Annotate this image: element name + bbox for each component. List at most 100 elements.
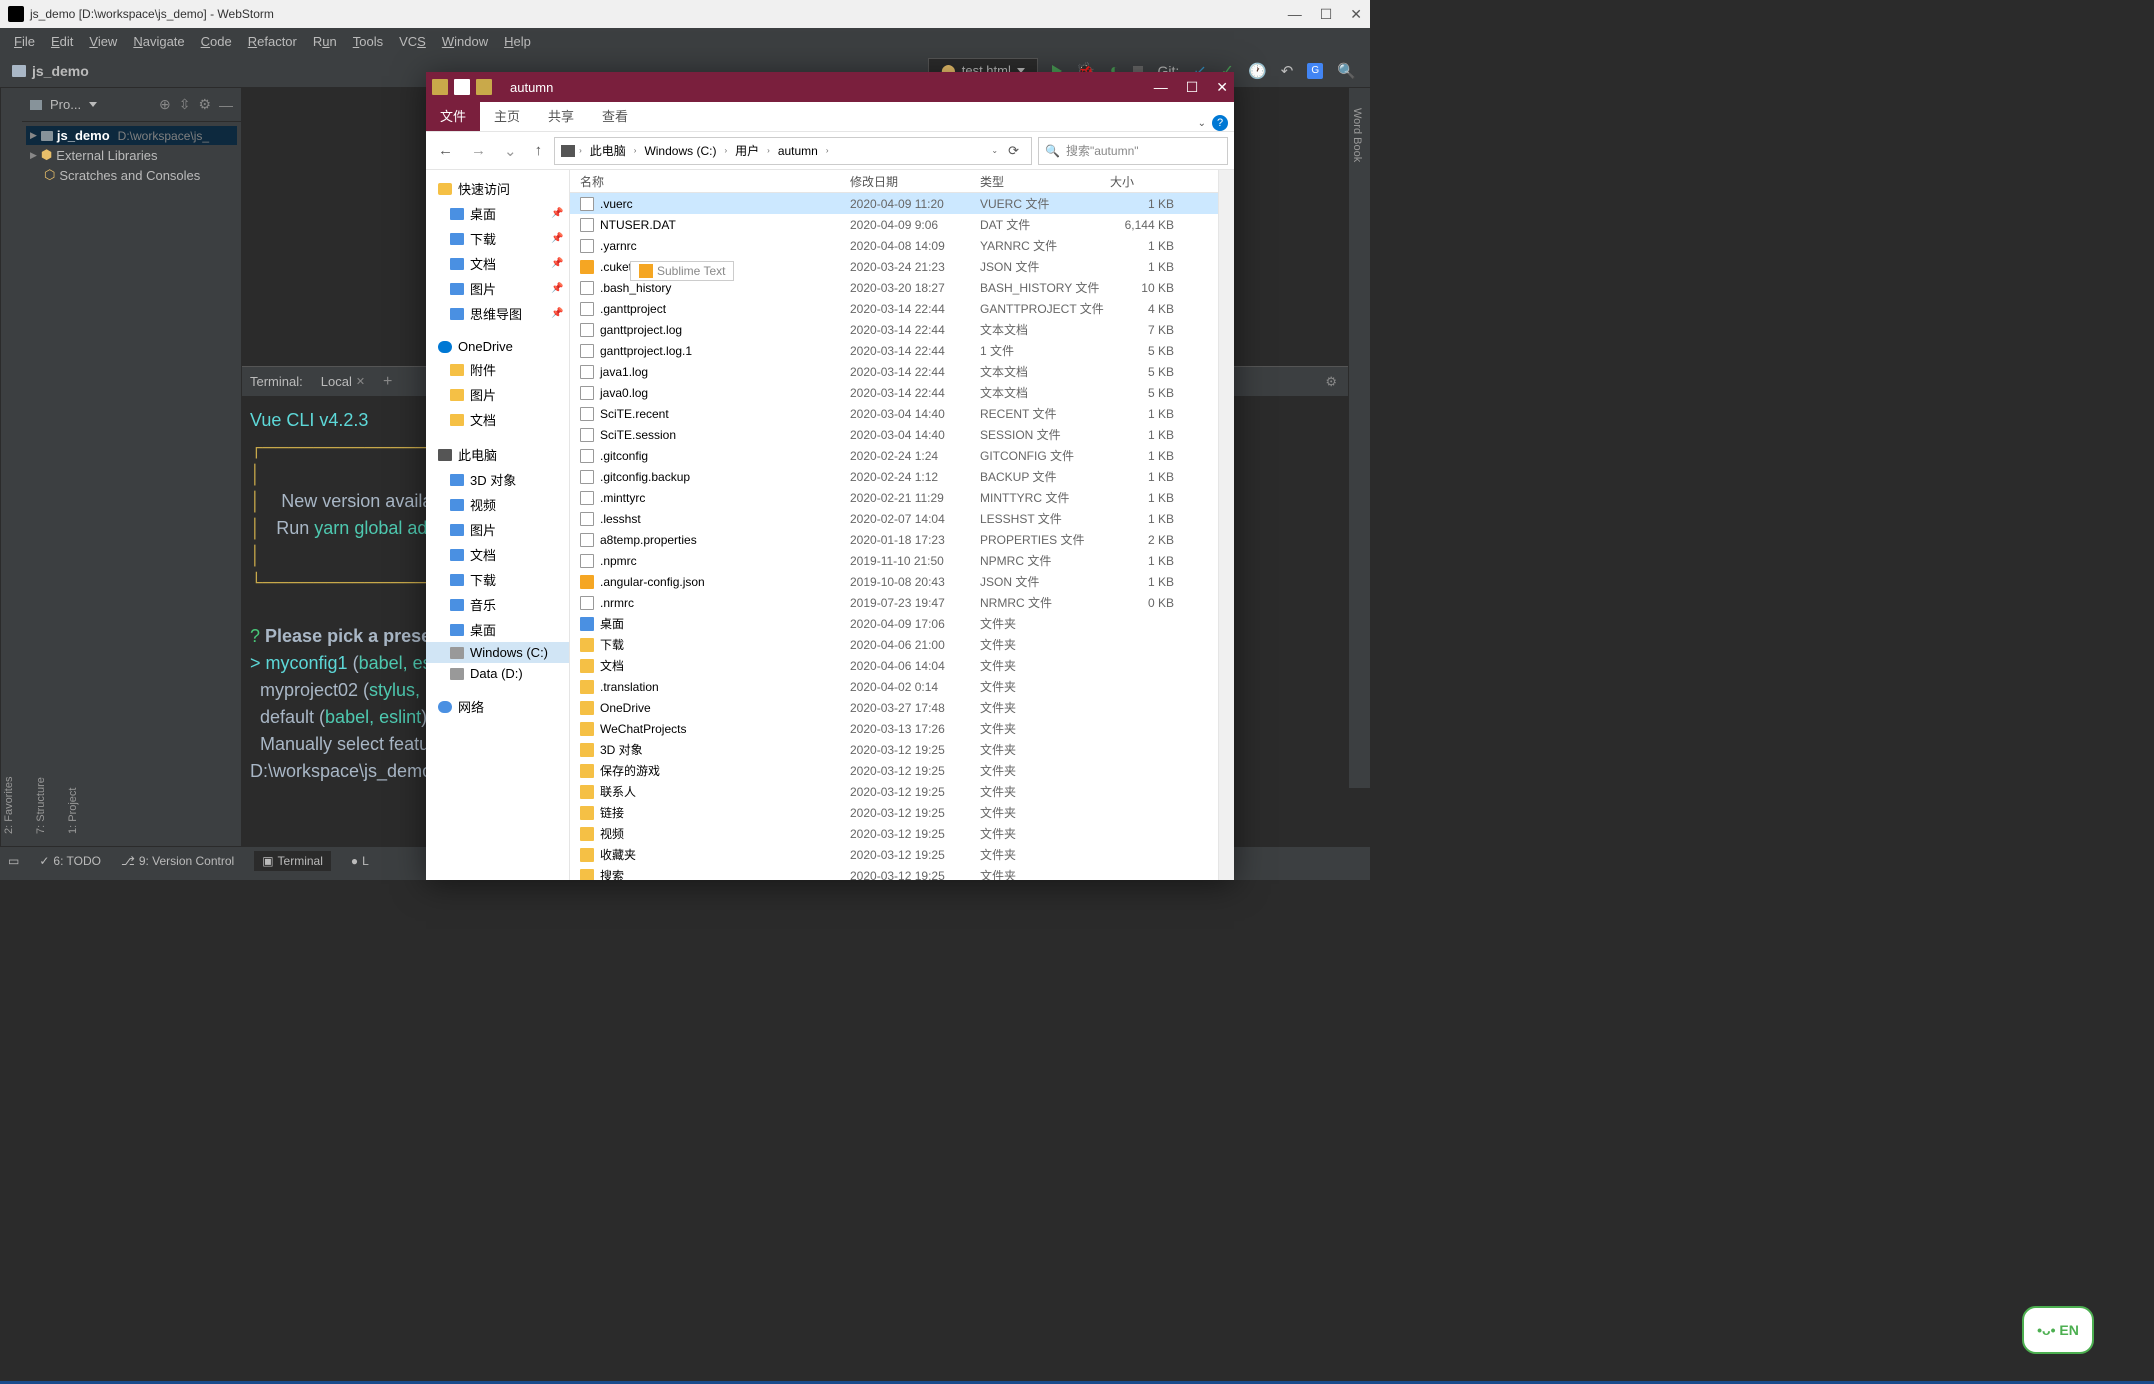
tool-wordbook[interactable]: Word Book xyxy=(1349,88,1365,182)
help-icon[interactable]: ? xyxy=(1212,115,1228,131)
minimize-button[interactable]: — xyxy=(1154,79,1168,96)
sidebar-item[interactable]: OneDrive xyxy=(426,336,569,357)
sidebar-item[interactable]: 思维导图📌 xyxy=(426,301,569,326)
status-vcs[interactable]: ⎇9: Version Control xyxy=(121,854,234,868)
minimize-button[interactable]: — xyxy=(1288,6,1302,23)
file-row[interactable]: 视频2020-03-12 19:25文件夹 xyxy=(570,823,1218,844)
file-row[interactable]: 桌面2020-04-09 17:06文件夹 xyxy=(570,613,1218,634)
file-row[interactable]: .angular-config.json2019-10-08 20:43JSON… xyxy=(570,571,1218,592)
path-bar[interactable]: › 此电脑› Windows (C:)› 用户› autumn› ⌄ ⟳ xyxy=(554,137,1032,165)
file-row[interactable]: .yarnrc2020-04-08 14:09YARNRC 文件1 KB xyxy=(570,235,1218,256)
file-row[interactable]: OneDrive2020-03-27 17:48文件夹 xyxy=(570,697,1218,718)
menu-edit[interactable]: Edit xyxy=(45,32,79,51)
path-segment[interactable]: autumn xyxy=(774,144,822,158)
menu-code[interactable]: Code xyxy=(195,32,238,51)
scrollbar[interactable] xyxy=(1218,170,1234,880)
sidebar-item[interactable]: 图片 xyxy=(426,517,569,542)
sidebar-item[interactable]: 文档 xyxy=(426,407,569,432)
sidebar-item[interactable]: 图片📌 xyxy=(426,276,569,301)
chevron-down-icon[interactable] xyxy=(89,102,97,107)
file-row[interactable]: SciTE.recent2020-03-04 14:40RECENT 文件1 K… xyxy=(570,403,1218,424)
undo-icon[interactable]: ↶ xyxy=(1281,62,1294,80)
path-segment[interactable]: 用户 xyxy=(731,142,763,159)
close-button[interactable]: ✕ xyxy=(1350,6,1362,23)
search-box[interactable]: 🔍 搜索"autumn" xyxy=(1038,137,1228,165)
file-row[interactable]: .npmrc2019-11-10 21:50NPMRC 文件1 KB xyxy=(570,550,1218,571)
path-dropdown[interactable]: ⌄ xyxy=(991,146,998,155)
sidebar-item[interactable]: 图片 xyxy=(426,382,569,407)
sidebar-item[interactable]: 网络 xyxy=(426,694,569,719)
menu-help[interactable]: Help xyxy=(498,32,537,51)
target-icon[interactable]: ⊕ xyxy=(159,96,171,113)
menu-vcs[interactable]: VCS xyxy=(393,32,432,51)
menu-tools[interactable]: Tools xyxy=(347,32,389,51)
forward-button[interactable]: → xyxy=(465,138,492,163)
file-row[interactable]: ganttproject.log2020-03-14 22:44文本文档7 KB xyxy=(570,319,1218,340)
menu-window[interactable]: Window xyxy=(436,32,494,51)
file-row[interactable]: 收藏夹2020-03-12 19:25文件夹 xyxy=(570,844,1218,865)
status-more[interactable]: ●L xyxy=(351,854,369,868)
file-row[interactable]: .gitconfig.backup2020-02-24 1:12BACKUP 文… xyxy=(570,466,1218,487)
sidebar-item[interactable]: 视频 xyxy=(426,492,569,517)
sidebar-item[interactable]: 此电脑 xyxy=(426,442,569,467)
new-tab-button[interactable]: + xyxy=(383,373,392,391)
ribbon-tab-share[interactable]: 共享 xyxy=(534,100,588,131)
recent-button[interactable]: ⌄ xyxy=(498,138,523,164)
ribbon-tab-home[interactable]: 主页 xyxy=(480,100,534,131)
hide-icon[interactable]: — xyxy=(219,97,233,113)
file-row[interactable]: 下载2020-04-06 21:00文件夹 xyxy=(570,634,1218,655)
file-row[interactable]: ganttproject.log.12020-03-14 22:441 文件5 … xyxy=(570,340,1218,361)
file-row[interactable]: NTUSER.DAT2020-04-09 9:06DAT 文件6,144 KB xyxy=(570,214,1218,235)
file-row[interactable]: SciTE.session2020-03-04 14:40SESSION 文件1… xyxy=(570,424,1218,445)
maximize-button[interactable]: ☐ xyxy=(1320,6,1333,23)
file-row[interactable]: .vuerc2020-04-09 11:20VUERC 文件1 KB xyxy=(570,193,1218,214)
tree-node-jsdemo[interactable]: ▶ js_demo D:\workspace\js_ xyxy=(26,126,237,145)
file-row[interactable]: 文档2020-04-06 14:04文件夹 xyxy=(570,655,1218,676)
ribbon-tab-file[interactable]: 文件 xyxy=(426,100,480,131)
col-type[interactable]: 类型 xyxy=(980,173,1110,190)
refresh-button[interactable]: ⟳ xyxy=(1002,143,1025,159)
file-row[interactable]: java0.log2020-03-14 22:44文本文档5 KB xyxy=(570,382,1218,403)
menu-file[interactable]: File xyxy=(8,32,41,51)
sidebar-item[interactable]: Windows (C:) xyxy=(426,642,569,663)
col-name[interactable]: 名称 xyxy=(570,173,850,190)
ribbon-tab-view[interactable]: 查看 xyxy=(588,100,642,131)
sidebar-item[interactable]: Data (D:) xyxy=(426,663,569,684)
file-row[interactable]: .minttyrc2020-02-21 11:29MINTTYRC 文件1 KB xyxy=(570,487,1218,508)
menu-refactor[interactable]: Refactor xyxy=(242,32,303,51)
file-row[interactable]: java1.log2020-03-14 22:44文本文档5 KB xyxy=(570,361,1218,382)
close-button[interactable]: ✕ xyxy=(1216,79,1228,96)
sidebar-item[interactable]: 3D 对象 xyxy=(426,467,569,492)
sidebar-item[interactable]: 音乐 xyxy=(426,592,569,617)
menu-navigate[interactable]: Navigate xyxy=(127,32,190,51)
file-row[interactable]: 搜索2020-03-12 19:25文件夹 xyxy=(570,865,1218,880)
ime-indicator[interactable]: •ᴗ• EN xyxy=(2022,1306,2094,1354)
translate-icon[interactable]: G xyxy=(1307,63,1323,79)
sidebar-item[interactable]: 快速访问 xyxy=(426,176,569,201)
sidebar-item[interactable]: 下载 xyxy=(426,567,569,592)
back-button[interactable]: ← xyxy=(432,138,459,163)
path-segment[interactable]: Windows (C:) xyxy=(640,144,720,158)
terminal-tab-local[interactable]: Local ✕ xyxy=(313,370,373,393)
close-icon[interactable]: ✕ xyxy=(356,375,365,388)
col-size[interactable]: 大小 xyxy=(1110,173,1184,190)
file-row[interactable]: .translation2020-04-02 0:14文件夹 xyxy=(570,676,1218,697)
file-row[interactable]: 链接2020-03-12 19:25文件夹 xyxy=(570,802,1218,823)
ribbon-expand[interactable]: ⌄ xyxy=(1198,118,1206,129)
breadcrumb[interactable]: js_demo xyxy=(0,63,89,79)
settings-icon[interactable]: ⚙ xyxy=(1325,374,1337,390)
column-headers[interactable]: 名称 修改日期 类型 大小 xyxy=(570,170,1218,193)
status-todo[interactable]: ✓6: TODO xyxy=(39,854,101,868)
tool-structure[interactable]: 7: Structure xyxy=(35,100,47,834)
menu-view[interactable]: View xyxy=(83,32,123,51)
col-date[interactable]: 修改日期 xyxy=(850,173,980,190)
file-row[interactable]: WeChatProjects2020-03-13 17:26文件夹 xyxy=(570,718,1218,739)
file-row[interactable]: 保存的游戏2020-03-12 19:25文件夹 xyxy=(570,760,1218,781)
search-icon[interactable]: 🔍 xyxy=(1337,62,1356,80)
up-button[interactable]: ↑ xyxy=(529,138,549,163)
menu-run[interactable]: Run xyxy=(307,32,343,51)
file-row[interactable]: .gitconfig2020-02-24 1:24GITCONFIG 文件1 K… xyxy=(570,445,1218,466)
path-segment[interactable]: 此电脑 xyxy=(586,142,630,159)
file-row[interactable]: 联系人2020-03-12 19:25文件夹 xyxy=(570,781,1218,802)
maximize-button[interactable]: ☐ xyxy=(1186,79,1199,96)
